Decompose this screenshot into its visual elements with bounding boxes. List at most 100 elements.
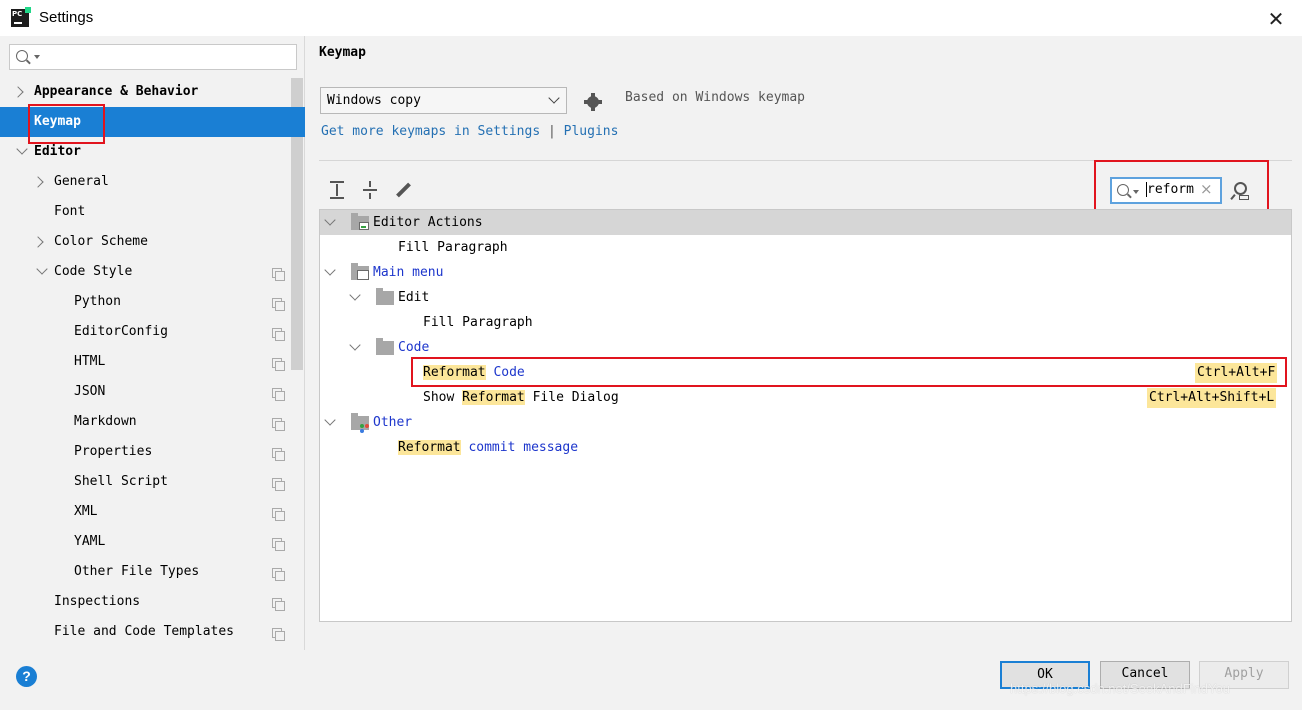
sidebar-item-label: EditorConfig bbox=[74, 324, 168, 339]
sidebar-item-file-code-templates[interactable]: File and Code Templates bbox=[0, 617, 290, 647]
sidebar-item-shell-script[interactable]: Shell Script bbox=[0, 467, 290, 497]
chevron-right-icon bbox=[12, 86, 24, 98]
chevron-down-icon bbox=[548, 92, 560, 104]
sidebar-item-general[interactable]: General bbox=[0, 167, 290, 197]
window-title: Settings bbox=[39, 9, 94, 26]
folder-icon bbox=[376, 288, 394, 305]
close-button[interactable]: ✕ bbox=[1264, 8, 1288, 32]
sidebar-item-keymap[interactable]: Keymap bbox=[0, 107, 305, 137]
find-shortcut-icon bbox=[1234, 182, 1247, 195]
chevron-right-icon bbox=[32, 236, 44, 248]
collapse-all-button[interactable] bbox=[360, 180, 380, 200]
project-settings-icon bbox=[272, 508, 285, 521]
tree-group-editor-actions[interactable]: Editor Actions bbox=[320, 210, 1291, 235]
logo-text: PC bbox=[12, 10, 23, 18]
tree-node-label: Edit bbox=[398, 290, 430, 305]
search-history-dropdown-icon[interactable] bbox=[34, 55, 40, 59]
sidebar-item-label: Font bbox=[54, 204, 86, 219]
project-settings-icon bbox=[272, 478, 285, 491]
tree-node-label: Fill Paragraph bbox=[398, 240, 508, 255]
sidebar-item-inspections[interactable]: Inspections bbox=[0, 587, 290, 617]
tree-node-label: Fill Paragraph bbox=[423, 315, 533, 330]
sidebar-item-json[interactable]: JSON bbox=[0, 377, 290, 407]
sidebar-search-field[interactable] bbox=[9, 44, 297, 70]
search-history-dropdown-icon[interactable] bbox=[1133, 190, 1139, 194]
sidebar-item-html[interactable]: HTML bbox=[0, 347, 290, 377]
close-icon: ✕ bbox=[1267, 7, 1285, 31]
keymap-actions-button[interactable] bbox=[584, 93, 602, 111]
tree-action-reformat-commit-message[interactable]: Reformat commit message bbox=[320, 435, 1291, 460]
project-settings-icon bbox=[272, 328, 285, 341]
collapse-all-icon bbox=[369, 181, 371, 187]
pycharm-logo-icon: PC bbox=[11, 7, 31, 27]
plugins-link[interactable]: Plugins bbox=[564, 124, 619, 139]
search-icon bbox=[16, 50, 28, 62]
tree-action-fill-paragraph[interactable]: Fill Paragraph bbox=[320, 235, 1291, 260]
title-bar: PC Settings ✕ bbox=[0, 0, 1302, 36]
sidebar-item-other-file-types[interactable]: Other File Types bbox=[0, 557, 290, 587]
page-title: Keymap bbox=[319, 45, 366, 60]
sidebar-item-xml[interactable]: XML bbox=[0, 497, 290, 527]
tree-action-reformat-code[interactable]: Reformat Code Ctrl+Alt+F bbox=[320, 360, 1291, 385]
sidebar-item-editor[interactable]: Editor bbox=[0, 137, 290, 167]
chevron-down-icon bbox=[349, 339, 361, 351]
tree-group-edit[interactable]: Edit bbox=[320, 285, 1291, 310]
tree-node-label: File Dialog bbox=[532, 390, 619, 405]
project-settings-icon bbox=[272, 568, 285, 581]
chevron-down-icon bbox=[324, 264, 336, 276]
search-icon bbox=[1117, 184, 1129, 196]
get-more-keymaps-link[interactable]: Get more keymaps in Settings bbox=[321, 124, 540, 139]
sidebar-item-label: Markdown bbox=[74, 414, 137, 429]
chevron-down-icon bbox=[16, 143, 28, 155]
tree-node-label: Editor Actions bbox=[373, 215, 483, 230]
help-button[interactable]: ? bbox=[16, 666, 37, 687]
project-settings-icon bbox=[272, 388, 285, 401]
search-match: Reformat bbox=[398, 440, 461, 455]
tree-group-code[interactable]: Code bbox=[320, 335, 1291, 360]
sidebar-search-input[interactable] bbox=[42, 47, 292, 67]
find-by-shortcut-button[interactable] bbox=[1230, 181, 1251, 201]
tree-node-label: Show bbox=[423, 390, 455, 405]
project-settings-icon bbox=[272, 598, 285, 611]
tree-node-label: commit message bbox=[468, 440, 579, 455]
project-settings-icon bbox=[272, 358, 285, 371]
shortcut-badge: Ctrl+Alt+Shift+L bbox=[1147, 388, 1277, 408]
settings-sidebar: Appearance & Behavior Keymap Editor Gene… bbox=[0, 36, 305, 650]
divider bbox=[319, 160, 1292, 161]
sidebar-item-code-style[interactable]: Code Style bbox=[0, 257, 290, 287]
action-tree: Editor Actions Fill Paragraph Main menu … bbox=[319, 209, 1292, 622]
sidebar-item-yaml[interactable]: YAML bbox=[0, 527, 290, 557]
help-icon: ? bbox=[22, 668, 31, 684]
sidebar-item-label: Appearance & Behavior bbox=[34, 84, 199, 99]
action-search-input[interactable]: reform bbox=[1146, 182, 1194, 197]
sidebar-item-label: XML bbox=[74, 504, 98, 519]
tree-action-fill-paragraph[interactable]: Fill Paragraph bbox=[320, 310, 1291, 335]
keymap-links: Get more keymaps in Settings | Plugins bbox=[321, 124, 618, 139]
sidebar-item-label: Other File Types bbox=[74, 564, 200, 579]
tree-action-show-reformat-dialog[interactable]: Show Reformat File Dialog Ctrl+Alt+Shift… bbox=[320, 385, 1291, 410]
shortcut-badge: Ctrl+Alt+F bbox=[1195, 363, 1278, 383]
sidebar-item-label: Properties bbox=[74, 444, 153, 459]
clear-search-icon[interactable]: × bbox=[1200, 180, 1213, 198]
sidebar-item-properties[interactable]: Properties bbox=[0, 437, 290, 467]
sidebar-item-markdown[interactable]: Markdown bbox=[0, 407, 290, 437]
edit-shortcut-button[interactable] bbox=[393, 180, 413, 200]
sidebar-item-editorconfig[interactable]: EditorConfig bbox=[0, 317, 290, 347]
expand-all-icon bbox=[330, 181, 344, 183]
sidebar-item-appearance-behavior[interactable]: Appearance & Behavior bbox=[0, 77, 290, 107]
chevron-down-icon bbox=[324, 414, 336, 426]
project-settings-icon bbox=[272, 298, 285, 311]
sidebar-item-font[interactable]: Font bbox=[0, 197, 290, 227]
expand-all-button[interactable] bbox=[327, 180, 347, 200]
sidebar-item-label: Color Scheme bbox=[54, 234, 148, 249]
tree-group-main-menu[interactable]: Main menu bbox=[320, 260, 1291, 285]
sidebar-item-color-scheme[interactable]: Color Scheme bbox=[0, 227, 290, 257]
tree-group-other[interactable]: Other bbox=[320, 410, 1291, 435]
search-match: Reformat bbox=[423, 365, 486, 380]
project-settings-icon bbox=[272, 628, 285, 641]
sidebar-item-python[interactable]: Python bbox=[0, 287, 290, 317]
action-search-field[interactable]: reform × bbox=[1110, 177, 1222, 204]
project-settings-icon bbox=[272, 538, 285, 551]
keymap-select[interactable]: Windows copy bbox=[320, 87, 567, 114]
sidebar-item-label: Editor bbox=[34, 144, 81, 159]
